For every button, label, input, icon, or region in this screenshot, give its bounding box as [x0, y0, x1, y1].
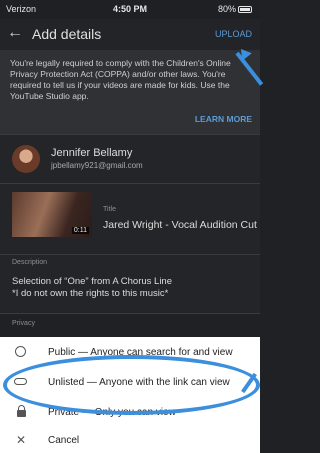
- coppa-notice: You're legally required to comply with t…: [0, 50, 260, 134]
- description-field[interactable]: Description Selection of “One” from A Ch…: [0, 255, 260, 313]
- avatar: [12, 145, 40, 173]
- battery-icon: [238, 6, 252, 13]
- status-bar: Verizon 4:50 PM 80%: [0, 0, 260, 19]
- privacy-option-label: Public — Anyone can search for and view: [48, 347, 233, 358]
- divider: [0, 313, 260, 314]
- video-thumbnail: 0:11: [12, 192, 92, 237]
- description-line-2: *I do not own the rights to this music*: [12, 288, 169, 299]
- coppa-notice-text: You're legally required to comply with t…: [10, 58, 231, 101]
- privacy-option-label: Unlisted — Anyone with the link can view: [48, 377, 230, 388]
- close-icon: ✕: [15, 433, 27, 447]
- back-arrow-icon[interactable]: ←: [7, 24, 23, 42]
- upload-button[interactable]: UPLOAD: [215, 29, 252, 39]
- account-name: Jennifer Bellamy: [51, 147, 133, 159]
- privacy-bottom-sheet: Public — Anyone can search for and view …: [0, 337, 260, 453]
- privacy-option-public[interactable]: Public — Anyone can search for and view: [0, 339, 260, 367]
- cancel-button[interactable]: ✕ Cancel: [0, 427, 260, 453]
- battery-indicator: 80%: [218, 4, 252, 14]
- privacy-option-label: Private — Only you can view: [48, 407, 176, 418]
- title-label: Title: [103, 206, 116, 213]
- description-label: Description: [12, 259, 48, 266]
- privacy-label: Privacy: [12, 320, 35, 327]
- app-bar: ← Add details UPLOAD: [0, 19, 260, 50]
- globe-icon: [14, 345, 28, 359]
- video-duration: 0:11: [71, 227, 89, 234]
- title-input[interactable]: Jared Wright - Vocal Audition Cut: [103, 219, 257, 231]
- account-row: Jennifer Bellamy jpbellamy921@gmail.com: [0, 135, 260, 183]
- video-details: 0:11 Title Jared Wright - Vocal Audition…: [0, 184, 260, 254]
- learn-more-link[interactable]: LEARN MORE: [195, 114, 252, 124]
- account-email: jpbellamy921@gmail.com: [51, 161, 143, 170]
- cancel-label: Cancel: [48, 435, 80, 446]
- privacy-option-unlisted[interactable]: Unlisted — Anyone with the link can view: [0, 369, 260, 397]
- battery-percent: 80%: [217, 4, 236, 14]
- link-icon: [14, 375, 28, 389]
- description-line-1: Selection of “One” from A Chorus Line: [12, 276, 172, 287]
- privacy-option-private[interactable]: Private — Only you can view: [0, 399, 260, 427]
- lock-icon: [14, 405, 28, 419]
- page-title: Add details: [32, 26, 102, 42]
